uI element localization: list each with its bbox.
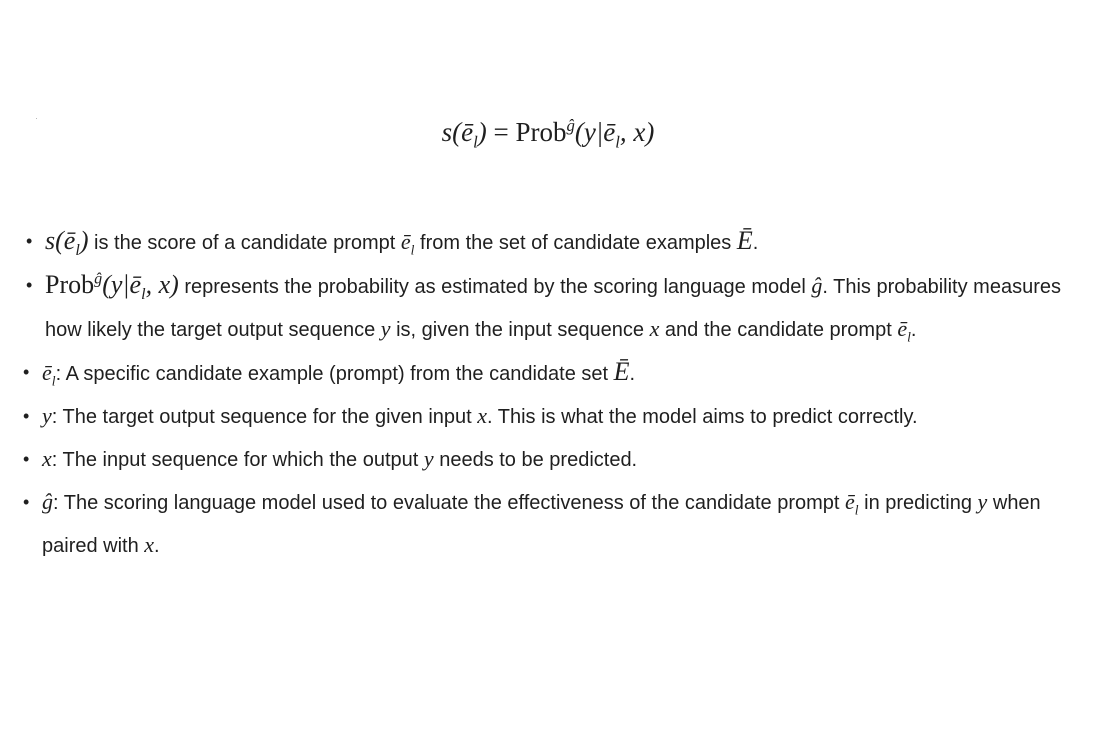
math-part: ē [42, 360, 52, 385]
eq-lhs-close: ) [477, 117, 487, 147]
list-item: • ēl: A specific candidate example (prom… [0, 351, 1096, 395]
text-part: : The input sequence for which the outpu… [51, 449, 424, 471]
math-E-bar: Ē [613, 357, 630, 386]
math-part: (y|ē [102, 270, 142, 299]
math-y: y [977, 489, 988, 514]
text-part: is the score of a candidate prompt [88, 232, 401, 254]
list-item: • s(ēl) is the score of a candidate prom… [0, 220, 1096, 264]
text-part: in predicting [858, 492, 978, 514]
list-item-text: y: The target output sequence for the gi… [0, 395, 1096, 438]
text-part: . This is what the model aims to predict… [487, 406, 918, 428]
math-e-bar: ēl [897, 316, 911, 344]
math-e-bar: ēl [42, 360, 56, 388]
eq-lhs: s(ē [441, 117, 474, 147]
bullet-dot: • [23, 449, 30, 469]
text-part: . [154, 535, 160, 557]
eq-prob: Prob [515, 117, 567, 147]
math-score: s(ēl) [45, 226, 88, 259]
list-item: • y: The target output sequence for the … [0, 395, 1096, 438]
bullet-dot: • [23, 492, 30, 512]
bullet-dot: • [23, 406, 30, 426]
math-x: x [649, 316, 660, 341]
eq-g-hat: ĝ [566, 116, 575, 135]
text-part: and the candidate prompt [659, 319, 898, 341]
math-part: ē [897, 316, 908, 341]
text-part: represents the probability as estimated … [178, 276, 812, 298]
math-y: y [42, 403, 52, 428]
eq-rhs-a: (y|ē [574, 117, 616, 147]
text-part: from the set of candidate examples [414, 232, 737, 254]
math-E-bar: Ē [736, 226, 753, 255]
eq-rhs-b: , x) [619, 117, 655, 147]
math-e-bar: ēl [400, 229, 415, 257]
list-item-text: s(ēl) is the score of a candidate prompt… [0, 220, 1096, 264]
math-part: , x) [145, 270, 179, 299]
eq-equals: = [486, 117, 516, 147]
math-prob: Probĝ(y|ēl, x) [45, 270, 179, 303]
list-item-text: x: The input sequence for which the outp… [0, 438, 1096, 481]
bullet-dot: • [23, 362, 30, 382]
math-x: x [42, 446, 52, 471]
math-part: ē [400, 229, 411, 254]
math-y: y [380, 316, 391, 341]
bullet-dot: • [26, 275, 33, 295]
text-part: . [752, 232, 759, 254]
score-equation: s(ēl) = Probĝ(y|ēl, x) [0, 110, 1096, 154]
text-part: . [910, 319, 917, 341]
list-item: • Probĝ(y|ēl, x) represents the probabil… [0, 264, 1096, 351]
math-y: y [423, 446, 434, 471]
list-item-text: ĝ: The scoring language model used to ev… [0, 481, 1096, 567]
definition-list: • s(ēl) is the score of a candidate prom… [0, 220, 1096, 567]
text-part: is, given the input sequence [390, 319, 650, 341]
math-x: x [477, 403, 488, 428]
math-sup: ĝ [94, 270, 103, 288]
math-part: s(ē [45, 226, 76, 255]
text-part: : A specific candidate example (prompt) … [55, 363, 614, 385]
list-item: • ĝ: The scoring language model used to … [0, 481, 1096, 567]
document-page: s(ēl) = Probĝ(y|ēl, x) • s(ēl) is the sc… [0, 0, 1096, 739]
math-part: Prob [45, 270, 95, 299]
text-part: needs to be predicted. [433, 449, 638, 471]
math-g-hat: ĝ [42, 489, 53, 514]
text-part: : The target output sequence for the giv… [51, 406, 478, 428]
math-e-bar: ēl [845, 489, 859, 517]
list-item-text: Probĝ(y|ēl, x) represents the probabilit… [0, 264, 1096, 351]
list-item-text: ēl: A specific candidate example (prompt… [0, 351, 1096, 395]
math-part: ē [845, 489, 855, 514]
text-part: . [629, 363, 636, 385]
text-part: : The scoring language model used to eva… [53, 492, 846, 514]
math-x: x [144, 532, 155, 557]
list-item: • x: The input sequence for which the ou… [0, 438, 1096, 481]
math-g-hat: ĝ [811, 273, 823, 298]
bullet-dot: • [26, 231, 33, 251]
